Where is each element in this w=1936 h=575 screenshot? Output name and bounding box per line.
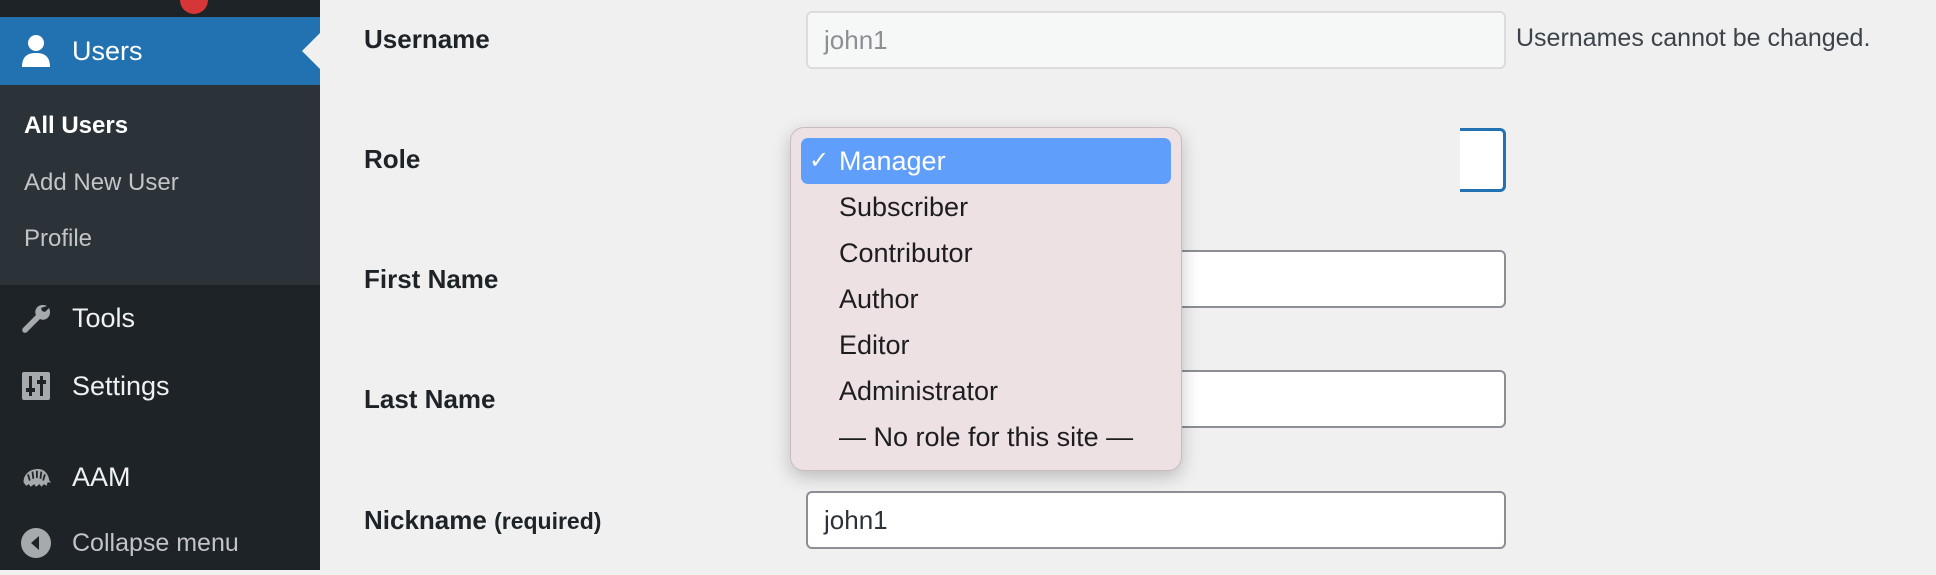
sidebar-item-label: AAM [72,462,131,492]
user-icon [22,35,50,67]
checkmark-icon: ✓ [809,147,830,174]
required-indicator: (required) [494,508,602,534]
nickname-label-text: Nickname [364,505,487,535]
role-option-label: Manager [839,146,946,176]
role-select[interactable] [1460,128,1506,192]
role-dropdown-menu: ✓ Manager Subscriber Contributor Author … [790,127,1182,471]
users-submenu: All Users Add New User Profile [0,85,320,285]
submenu-profile[interactable]: Profile [24,225,92,253]
role-option-label: Author [839,284,919,314]
sidebar-top-edge [0,0,320,17]
submenu-all-users[interactable]: All Users [24,112,128,140]
submenu-add-new-user[interactable]: Add New User [24,169,179,197]
sidebar-item-tools[interactable]: Tools [0,286,320,350]
sidebar-item-users[interactable]: Users [0,17,320,85]
role-option-label: Editor [839,330,910,360]
username-description: Usernames cannot be changed. [1516,24,1871,52]
sidebar-item-label: Settings [72,371,170,401]
nickname-label: Nickname (required) [364,505,601,536]
sidebar-item-label: Users [72,36,143,66]
role-option-label: Subscriber [839,192,969,222]
username-label: Username [364,24,490,54]
collapse-menu-label: Collapse menu [72,529,239,557]
collapse-arrow-icon [21,528,51,558]
role-option-contributor[interactable]: Contributor [801,230,1171,276]
admin-sidebar: Users All Users Add New User Profile Too… [0,0,320,570]
armadillo-icon [23,469,52,487]
sidebar-item-aam[interactable]: AAM [0,445,320,509]
sidebar-item-label: Tools [72,303,136,333]
first-name-label: First Name [364,264,499,294]
last-name-label: Last Name [364,384,496,414]
wrench-icon [22,305,50,333]
role-option-author[interactable]: Author [801,276,1171,322]
role-option-label: Administrator [839,376,999,406]
sliders-icon [22,372,50,400]
role-label: Role [364,144,421,174]
role-option-manager[interactable]: ✓ Manager [801,138,1171,184]
notification-badge [180,0,208,14]
role-option-no-role[interactable]: — No role for this site — [801,414,1171,460]
sidebar-item-settings[interactable]: Settings [0,354,320,418]
username-field[interactable]: john1 [806,11,1506,69]
role-option-label: — No role for this site — [839,422,1134,452]
collapse-menu-button[interactable]: Collapse menu [0,511,320,575]
role-option-administrator[interactable]: Administrator [801,368,1171,414]
role-option-editor[interactable]: Editor [801,322,1171,368]
nickname-field[interactable]: john1 [806,491,1506,549]
role-option-label: Contributor [839,238,973,268]
role-option-subscriber[interactable]: Subscriber [801,184,1171,230]
